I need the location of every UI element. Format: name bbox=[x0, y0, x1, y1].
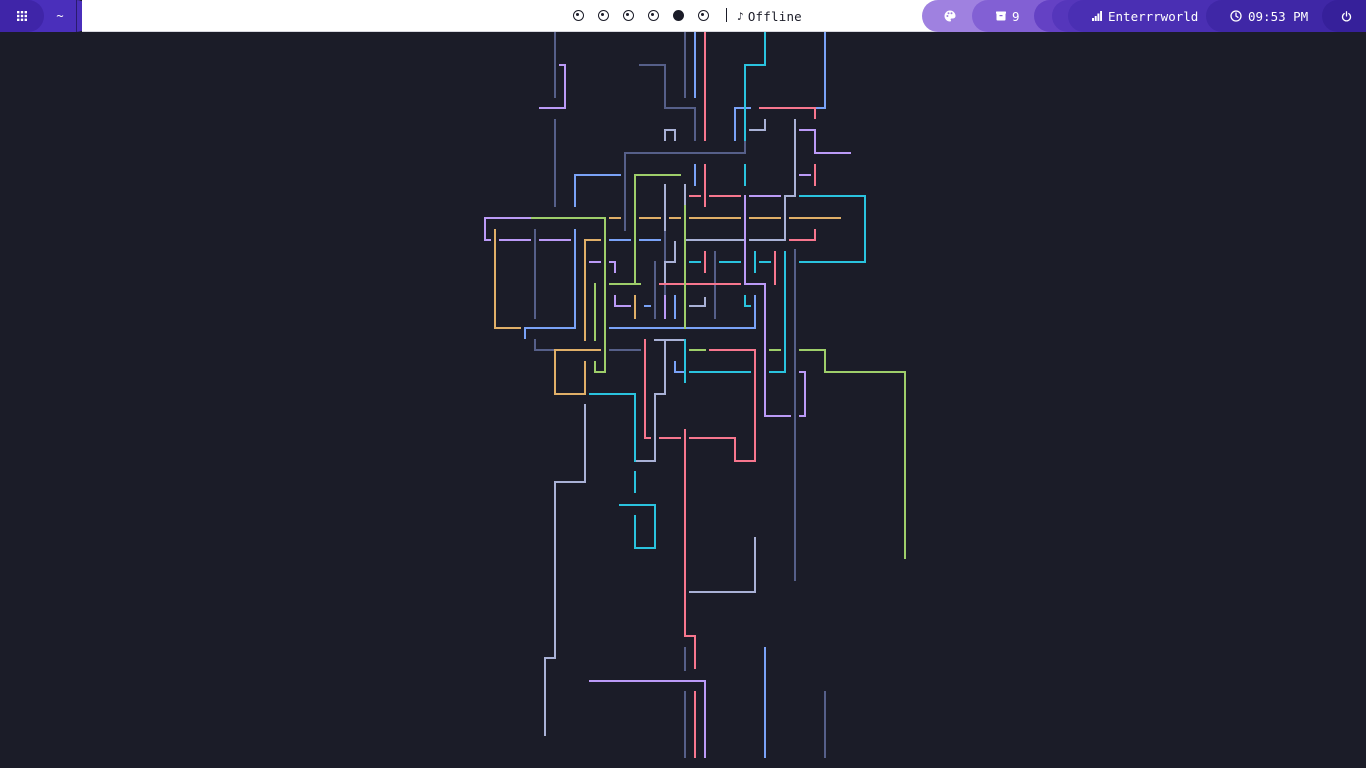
workspace-1-button[interactable] bbox=[573, 10, 584, 21]
pipe-group-orange bbox=[494, 217, 841, 395]
clock-icon bbox=[1230, 10, 1242, 22]
package-icon bbox=[996, 11, 1006, 21]
top-bar: ~ ♪ Offline 9 Enterrrworld 09:53 PM bbox=[0, 0, 1366, 32]
workspace-3-button[interactable] bbox=[623, 10, 634, 21]
music-module[interactable]: ♪ Offline bbox=[737, 8, 802, 24]
signal-icon bbox=[1092, 11, 1102, 21]
pipes-wallpaper bbox=[484, 32, 906, 758]
workspace-bar: ♪ Offline bbox=[82, 0, 940, 32]
pipe-group-cyan bbox=[589, 32, 866, 549]
pipe-group-green bbox=[529, 174, 906, 559]
workspace-5-button[interactable] bbox=[673, 10, 684, 21]
package-count: 9 bbox=[1012, 8, 1020, 24]
music-status: Offline bbox=[747, 8, 802, 24]
terminal-button[interactable]: ~ bbox=[44, 0, 76, 32]
right-module-group: 9 Enterrrworld 09:53 PM bbox=[922, 0, 1366, 32]
workspace-6-button[interactable] bbox=[698, 10, 709, 21]
workspace-4-button[interactable] bbox=[648, 10, 659, 21]
pipe-group-red bbox=[644, 32, 816, 758]
power-icon bbox=[1341, 10, 1352, 22]
palette-icon bbox=[944, 10, 956, 22]
desktop-wallpaper bbox=[0, 32, 1366, 768]
clock-time: 09:53 PM bbox=[1248, 8, 1309, 24]
left-module-group: ~ bbox=[0, 0, 92, 32]
divider bbox=[726, 8, 727, 22]
workspace-2-button[interactable] bbox=[598, 10, 609, 21]
music-note-icon: ♪ bbox=[737, 9, 744, 23]
pipe-group-lightgray bbox=[544, 119, 796, 736]
grid-apps-icon bbox=[17, 11, 27, 21]
divider bbox=[76, 0, 77, 32]
power-button[interactable] bbox=[1322, 0, 1366, 32]
app-launcher-button[interactable] bbox=[0, 0, 44, 32]
terminal-label: ~ bbox=[56, 9, 64, 23]
network-name: Enterrrworld bbox=[1108, 8, 1199, 24]
